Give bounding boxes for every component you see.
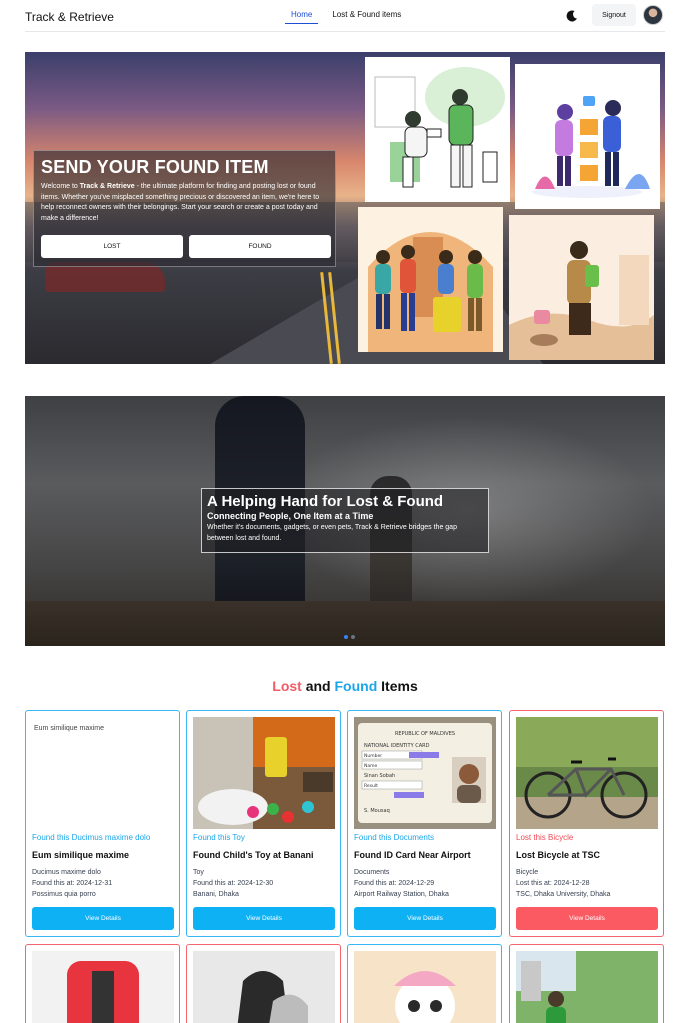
illustration-handover bbox=[365, 57, 510, 202]
section-title-items: Items bbox=[381, 678, 418, 694]
item-card bbox=[25, 944, 180, 1023]
hero-text-prefix: Welcome to bbox=[41, 183, 80, 190]
item-image-backpack bbox=[32, 951, 174, 1023]
slider-dot[interactable] bbox=[351, 635, 355, 639]
nav-link-lost-found[interactable]: Lost & Found items bbox=[332, 10, 401, 24]
nav-link-home[interactable]: Home bbox=[285, 10, 319, 24]
item-meta: Bicycle Lost this at: 2024-12-28 TSC, Dh… bbox=[516, 867, 657, 900]
item-date: Found this at: 2024-12-30 bbox=[193, 880, 274, 887]
illustration-volunteers bbox=[358, 207, 503, 352]
item-category: Toy bbox=[193, 869, 204, 876]
hero-banner: SEND YOUR FOUND ITEM Welcome to Track & … bbox=[25, 52, 665, 364]
hero-description: Welcome to Track & Retrieve - the ultima… bbox=[41, 182, 333, 224]
item-category: Ducimus maxime dolo bbox=[32, 869, 101, 876]
item-location: TSC, Dhaka University, Dhaka bbox=[516, 891, 611, 898]
item-date: Lost this at: 2024-12-28 bbox=[516, 880, 590, 887]
illustration-searching bbox=[509, 215, 654, 360]
moon-icon[interactable] bbox=[565, 9, 579, 23]
item-image-broken: Eum similique maxime bbox=[32, 717, 174, 829]
item-location: Banani, Dhaka bbox=[193, 891, 239, 898]
item-card bbox=[509, 944, 664, 1023]
item-card: Lost this Bicycle Lost Bicycle at TSC Bi… bbox=[509, 710, 664, 937]
item-status: Found this Documents bbox=[354, 833, 435, 842]
broken-image-alt: Eum similique maxime bbox=[34, 725, 105, 732]
item-meta: Ducimus maxime dolo Found this at: 2024-… bbox=[32, 867, 173, 900]
slider-text: Whether it's documents, gadgets, or even… bbox=[207, 524, 457, 542]
wet-ground bbox=[25, 601, 665, 646]
slider-banner: A Helping Hand for Lost & Found Connecti… bbox=[25, 396, 665, 646]
slider-title: A Helping Hand for Lost & Found bbox=[207, 493, 444, 510]
section-title-and: and bbox=[305, 678, 331, 694]
item-category: Documents bbox=[354, 869, 390, 876]
hero-text-brand: Track & Retrieve bbox=[79, 183, 135, 190]
item-image-gloves bbox=[193, 951, 335, 1023]
hero-card: SEND YOUR FOUND ITEM Welcome to Track & … bbox=[33, 150, 336, 267]
item-status: Lost this Bicycle bbox=[516, 833, 574, 842]
item-location: Possimus quia porro bbox=[32, 891, 96, 898]
item-image-kitten bbox=[354, 951, 496, 1023]
item-title: Found Child's Toy at Banani bbox=[193, 850, 314, 860]
id-card-label: NATIONAL IDENTITY CARD bbox=[364, 743, 430, 749]
item-card: Found this Toy Found Child's Toy at Bana… bbox=[186, 710, 341, 937]
id-card-name: Sinan Sobah bbox=[364, 773, 395, 779]
id-card-field1: Number bbox=[364, 753, 382, 759]
hero-title: SEND YOUR FOUND ITEM bbox=[41, 157, 269, 177]
item-card bbox=[347, 944, 502, 1023]
item-title: Found ID Card Near Airport bbox=[354, 850, 471, 860]
slider-caption: A Helping Hand for Lost & Found Connecti… bbox=[201, 488, 489, 553]
item-status: Found this Ducimus maxime dolo bbox=[32, 833, 151, 842]
item-title: Eum similique maxime bbox=[32, 850, 130, 860]
view-details-button[interactable]: View Details bbox=[32, 907, 174, 930]
slider-dot[interactable] bbox=[344, 635, 348, 639]
item-card: Eum similique maxime Found this Ducimus … bbox=[25, 710, 180, 937]
id-card-field3: Result bbox=[364, 783, 378, 789]
id-card-signature: S. Mousaq bbox=[364, 808, 390, 814]
item-status: Found this Toy bbox=[193, 833, 245, 842]
brand-logo-text[interactable]: Track & Retrieve bbox=[25, 10, 114, 24]
user-avatar[interactable] bbox=[643, 5, 663, 25]
item-image-toy bbox=[193, 717, 335, 829]
section-title: Lost and Found Items bbox=[0, 678, 690, 694]
id-card-country: REPUBLIC OF MALDIVES bbox=[395, 731, 455, 737]
id-card-field2: Name bbox=[364, 763, 378, 769]
view-details-button[interactable]: View Details bbox=[516, 907, 658, 930]
section-title-lost: Lost bbox=[272, 678, 302, 694]
item-image-id-card: REPUBLIC OF MALDIVES NATIONAL IDENTITY C… bbox=[354, 717, 496, 829]
item-image-cyclist bbox=[516, 951, 658, 1023]
item-date: Found this at: 2024-12-29 bbox=[354, 880, 435, 887]
slider-dots bbox=[344, 635, 355, 639]
navbar: Track & Retrieve Home Lost & Found items… bbox=[25, 0, 665, 32]
item-image-bicycle bbox=[516, 717, 658, 829]
item-card bbox=[186, 944, 341, 1023]
view-details-button[interactable]: View Details bbox=[193, 907, 335, 930]
slider-subtitle: Connecting People, One Item at a Time bbox=[207, 511, 374, 521]
item-title: Lost Bicycle at TSC bbox=[516, 850, 601, 860]
signout-button[interactable]: Signout bbox=[592, 4, 636, 26]
item-location: Airport Railway Station, Dhaka bbox=[354, 891, 449, 898]
item-category: Bicycle bbox=[516, 869, 539, 876]
nav-links: Home Lost & Found items bbox=[285, 10, 401, 24]
item-meta: Documents Found this at: 2024-12-29 Airp… bbox=[354, 867, 495, 900]
item-card: REPUBLIC OF MALDIVES NATIONAL IDENTITY C… bbox=[347, 710, 502, 937]
lost-button[interactable]: LOST bbox=[41, 235, 183, 258]
item-date: Found this at: 2024-12-31 bbox=[32, 880, 113, 887]
illustration-sharing bbox=[515, 64, 660, 209]
item-meta: Toy Found this at: 2024-12-30 Banani, Dh… bbox=[193, 867, 334, 900]
found-button[interactable]: FOUND bbox=[189, 235, 331, 258]
hero-buttons: LOST FOUND bbox=[41, 235, 331, 258]
view-details-button[interactable]: View Details bbox=[354, 907, 496, 930]
section-title-found: Found bbox=[334, 678, 378, 694]
